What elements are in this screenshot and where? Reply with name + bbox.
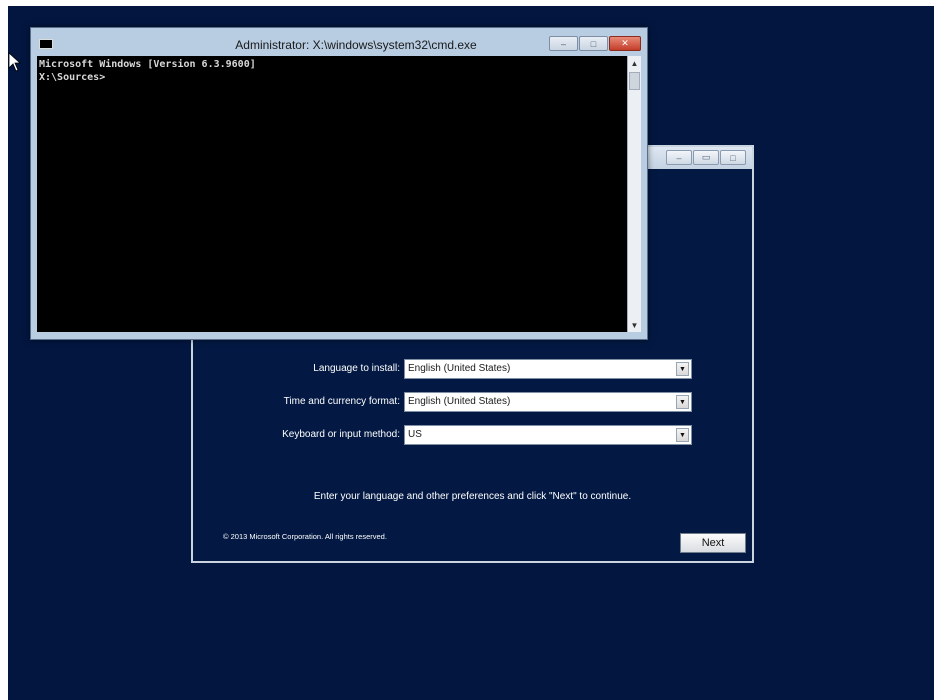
scroll-up-icon[interactable]: ▲: [628, 56, 641, 70]
cmd-close-button[interactable]: ✕: [609, 36, 641, 51]
cmd-window-controls: – □ ✕: [549, 36, 641, 51]
copyright-text: © 2013 Microsoft Corporation. All rights…: [223, 532, 387, 541]
keyboard-label: Keyboard or input method:: [282, 429, 400, 440]
time-currency-value: English (United States): [408, 396, 511, 407]
keyboard-value: US: [408, 429, 422, 440]
instruction-text: Enter your language and other preference…: [313, 491, 632, 502]
setup-window-controls: – ▭ □: [666, 150, 746, 165]
language-row: Language to install: English (United Sta…: [193, 359, 752, 381]
chevron-down-icon[interactable]: ▼: [676, 362, 689, 376]
console-scrollbar[interactable]: ▲ ▼: [627, 56, 641, 332]
time-currency-select[interactable]: English (United States) ▼: [404, 392, 692, 412]
console-line: Microsoft Windows [Version 6.3.9600]: [39, 59, 256, 70]
keyboard-select[interactable]: US ▼: [404, 425, 692, 445]
console-output[interactable]: Microsoft Windows [Version 6.3.9600] X:\…: [37, 56, 627, 332]
cmd-minimize-button[interactable]: –: [549, 36, 578, 51]
language-label: Language to install:: [313, 363, 400, 374]
chevron-down-icon[interactable]: ▼: [676, 395, 689, 409]
next-button[interactable]: Next: [680, 533, 746, 553]
console-prompt: X:\Sources>: [39, 72, 106, 83]
cmd-titlebar[interactable]: Administrator: X:\windows\system32\cmd.e…: [31, 28, 647, 56]
time-currency-label: Time and currency format:: [283, 396, 400, 407]
cmd-maximize-button[interactable]: □: [579, 36, 608, 51]
setup-minimize-button[interactable]: –: [666, 150, 692, 165]
mouse-pointer-icon: [8, 52, 22, 72]
scroll-down-icon[interactable]: ▼: [628, 318, 641, 332]
keyboard-row: Keyboard or input method: US ▼: [193, 425, 752, 447]
chevron-down-icon[interactable]: ▼: [676, 428, 689, 442]
cmd-window: Administrator: X:\windows\system32\cmd.e…: [30, 27, 648, 340]
scroll-thumb[interactable]: [629, 72, 640, 90]
language-select[interactable]: English (United States) ▼: [404, 359, 692, 379]
language-value: English (United States): [408, 363, 511, 374]
time-currency-row: Time and currency format: English (Unite…: [193, 392, 752, 414]
setup-restore-button[interactable]: ▭: [693, 150, 719, 165]
setup-maximize-button[interactable]: □: [720, 150, 746, 165]
